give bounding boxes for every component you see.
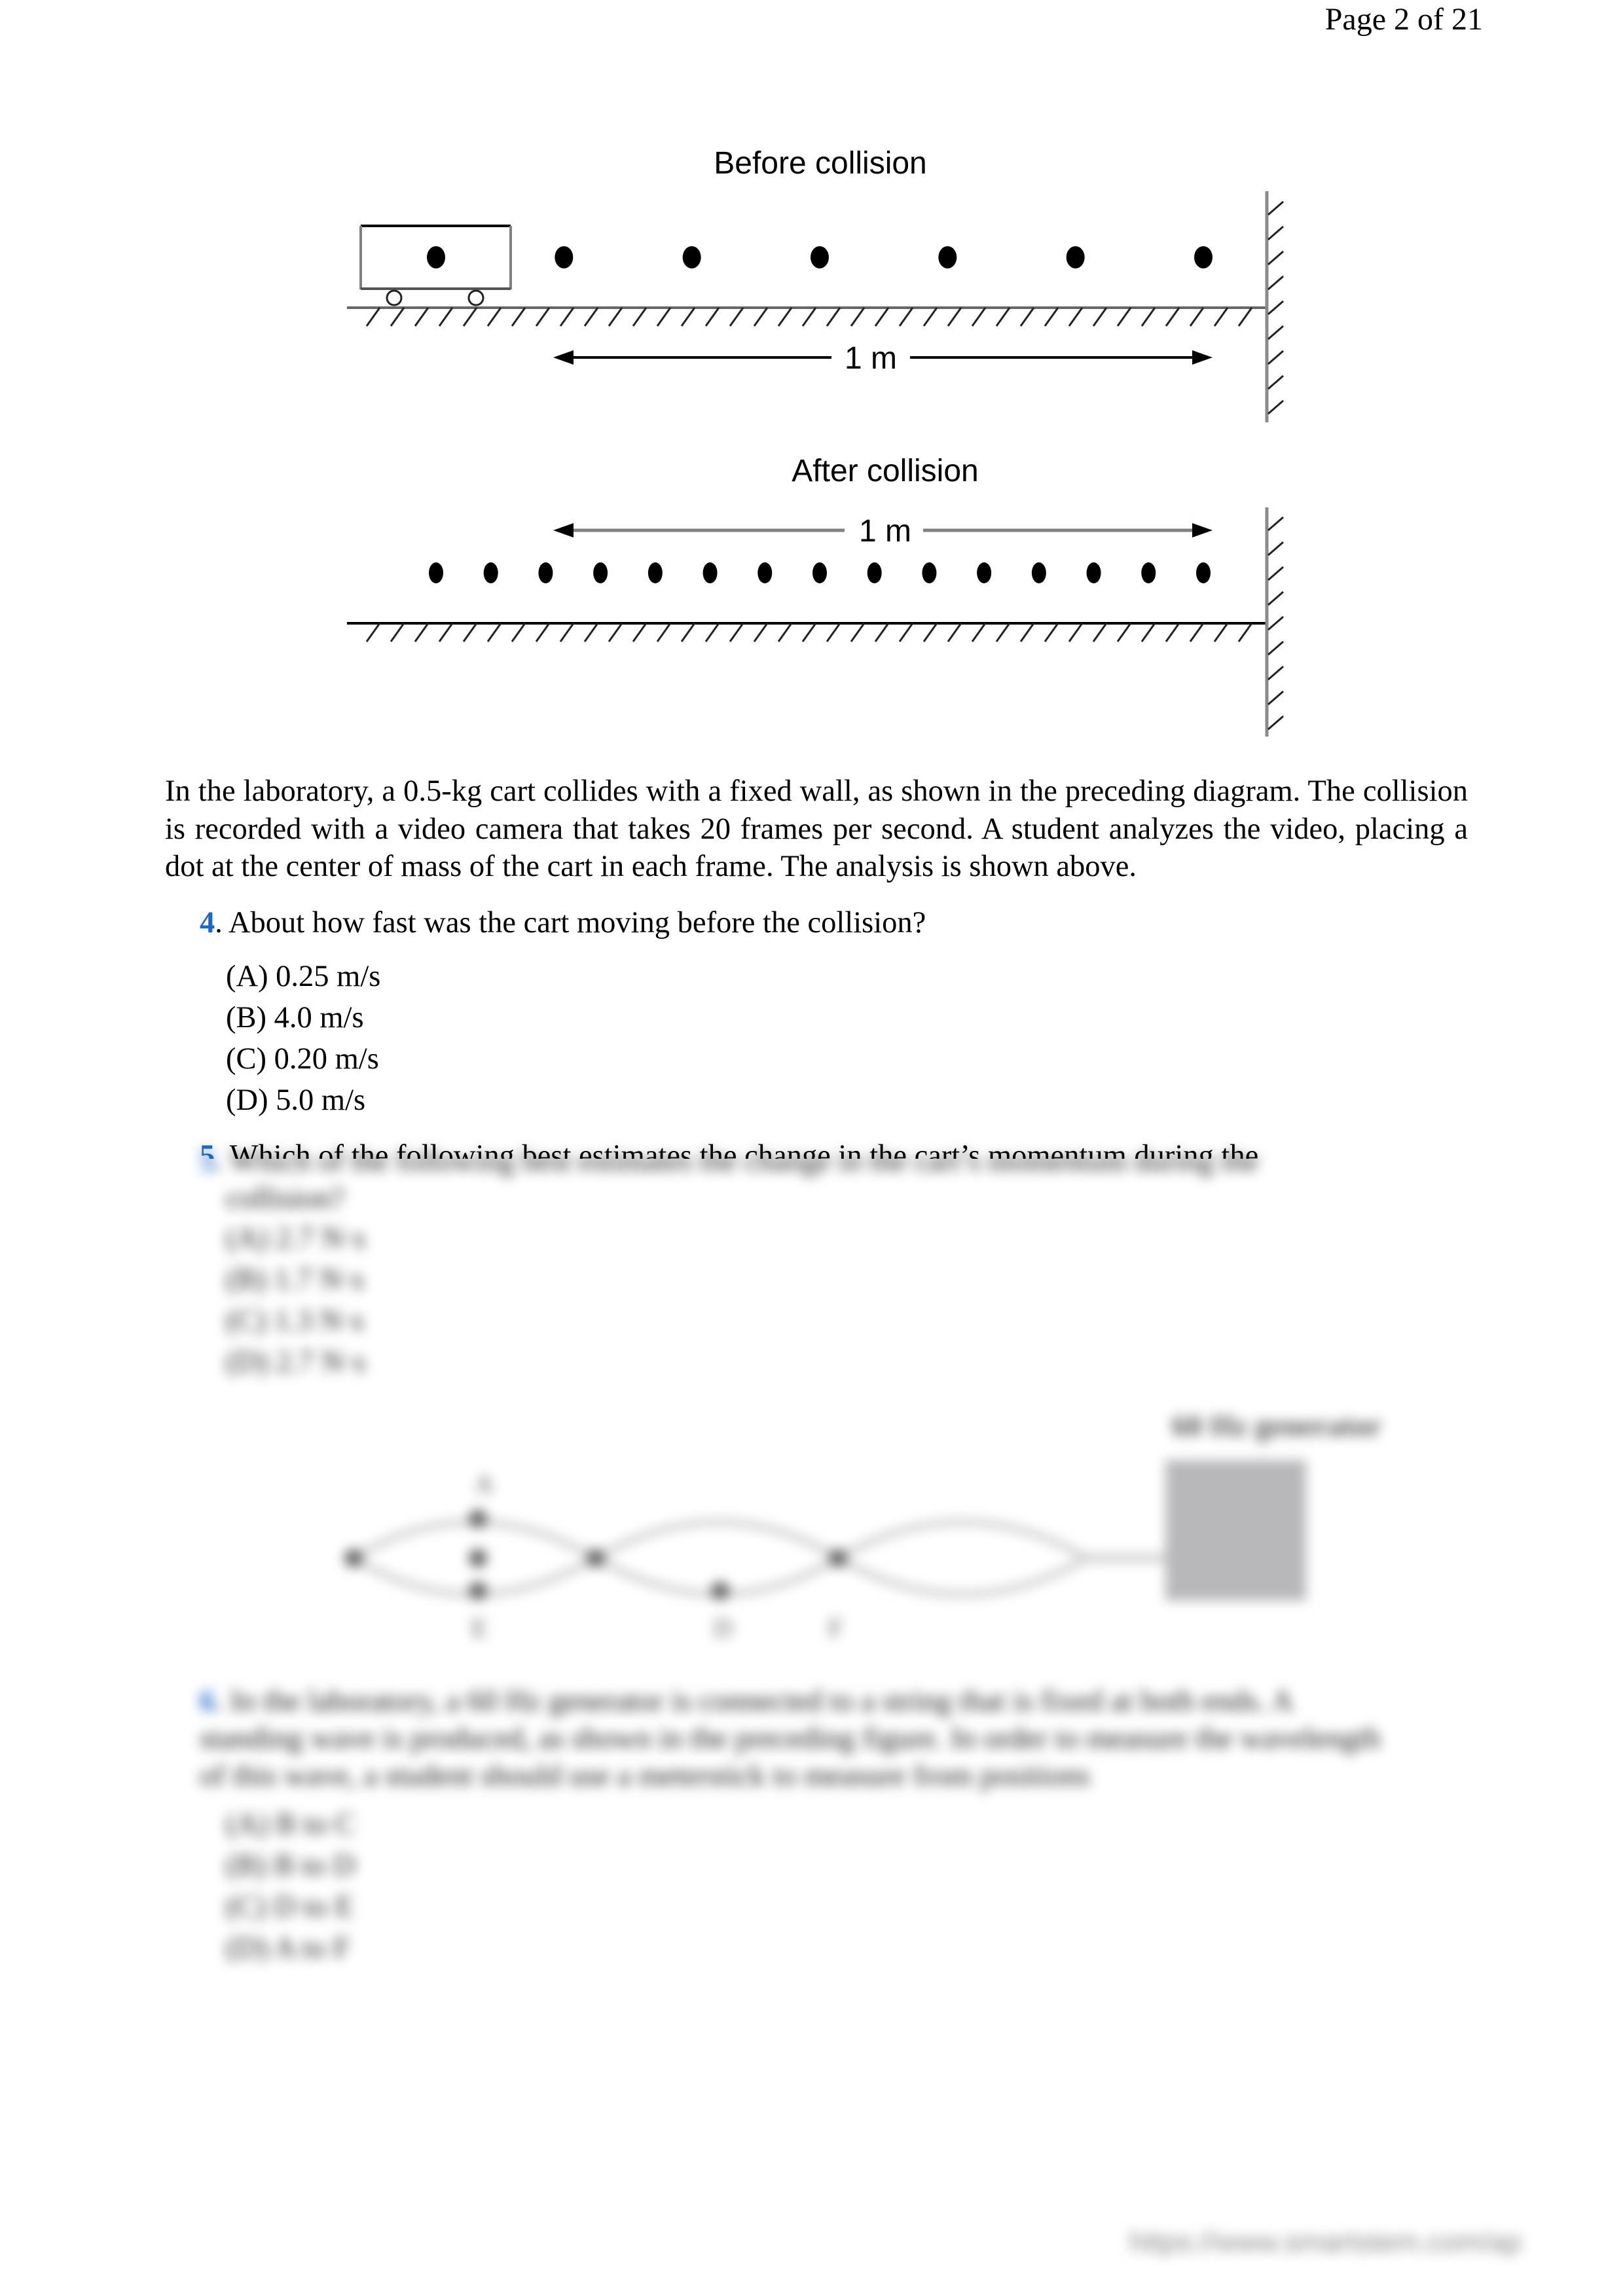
svg-text:F: F: [828, 1613, 843, 1643]
blurred-content: 5. Which of the following best estimates…: [0, 0, 1623, 2296]
svg-text:D: D: [714, 1613, 733, 1643]
svg-text:A: A: [475, 1469, 494, 1499]
generator-label: 60 Hz generator: [1172, 1410, 1382, 1443]
generator-box: [1165, 1460, 1306, 1601]
question-6-blurred: 6. In the laboratory, a 60 Hz generator …: [200, 1685, 1381, 1793]
question-6-options-blurred: (A) B to C (B) B to D (C) D to E (D) A to F: [226, 1808, 356, 1965]
svg-text:E: E: [471, 1613, 487, 1643]
standing-wave-figure: A E D F: [344, 1469, 1165, 1643]
watermark: https://www.smartstem.com/ap: [1129, 2226, 1522, 2258]
